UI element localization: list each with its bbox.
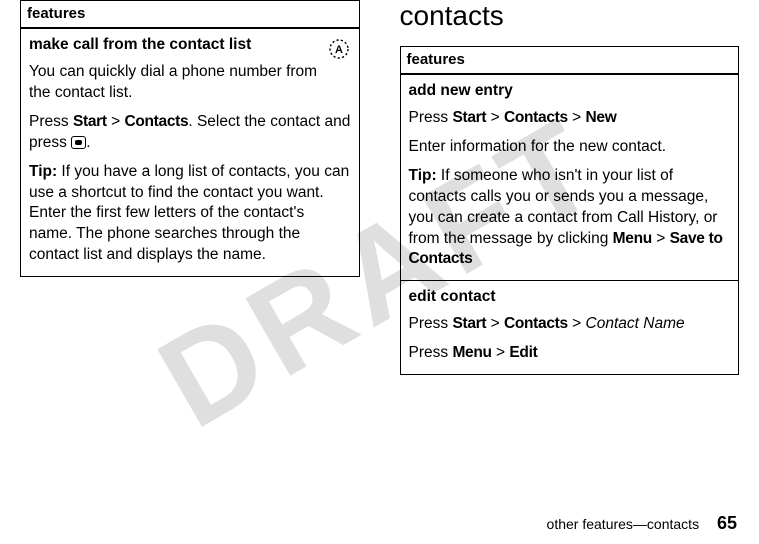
right-cell-edit-contact: edit contact Press Start > Contacts > Co…	[401, 281, 739, 374]
text: Press	[409, 315, 453, 332]
right-column: contacts features add new entry Press St…	[400, 0, 740, 375]
right-cell-add-entry: add new entry Press Start > Contacts > N…	[401, 75, 739, 281]
body-text: Enter information for the new contact.	[409, 137, 731, 158]
section-title-contacts: contacts	[400, 0, 740, 32]
page-footer: other features—contacts 65	[547, 513, 737, 534]
right-table-header: features	[401, 46, 739, 75]
text: >	[486, 315, 504, 332]
cell-title: add new entry	[409, 81, 731, 102]
body-text: You can quickly dial a phone number from…	[29, 62, 351, 104]
cell-title: make call from the contact list	[29, 35, 351, 56]
page-number: 65	[717, 513, 737, 533]
nav-menu: Menu	[613, 230, 652, 247]
left-features-table: features A make call from the contact li…	[20, 0, 360, 277]
text: Press	[29, 113, 73, 130]
nav-contacts: Contacts	[504, 315, 568, 332]
body-text: Tip: If you have a long list of contacts…	[29, 162, 351, 267]
body-text: Tip: If someone who isn't in your list o…	[409, 166, 731, 271]
center-key-icon	[71, 136, 86, 149]
right-features-table: features add new entry Press Start > Con…	[400, 46, 740, 375]
text: >	[492, 344, 510, 361]
tip-label: Tip:	[409, 167, 437, 184]
tip-label: Tip:	[29, 163, 57, 180]
text: Press	[409, 109, 453, 126]
body-text: Press Start > Contacts > New	[409, 108, 731, 129]
body-text: Press Start > Contacts > Contact Name	[409, 314, 731, 335]
left-cell-make-call: A make call from the contact list You ca…	[21, 29, 359, 276]
text: >	[568, 109, 586, 126]
body-text: Press Menu > Edit	[409, 343, 731, 364]
text: >	[652, 230, 670, 247]
nav-start: Start	[452, 315, 486, 332]
text: >	[568, 315, 586, 332]
left-column: features A make call from the contact li…	[20, 0, 360, 375]
tip-body: If you have a long list of contacts, you…	[29, 163, 349, 264]
nav-contacts: Contacts	[124, 113, 188, 130]
cell-title: edit contact	[409, 287, 731, 308]
page-content: features A make call from the contact li…	[0, 0, 759, 375]
left-table-header: features	[21, 0, 359, 29]
footer-text: other features—contacts	[547, 516, 700, 532]
nav-start: Start	[452, 109, 486, 126]
nav-new: New	[586, 109, 617, 126]
text: Press	[409, 344, 453, 361]
nav-menu: Menu	[452, 344, 491, 361]
nav-contacts: Contacts	[504, 109, 568, 126]
nav-contact-name: Contact Name	[586, 315, 685, 332]
text: >	[107, 113, 125, 130]
text: >	[486, 109, 504, 126]
nav-start: Start	[73, 113, 107, 130]
svg-text:A: A	[335, 44, 343, 56]
network-icon: A	[327, 37, 351, 68]
nav-edit: Edit	[509, 344, 537, 361]
body-text: Press Start > Contacts. Select the conta…	[29, 112, 351, 154]
text: .	[86, 134, 90, 151]
